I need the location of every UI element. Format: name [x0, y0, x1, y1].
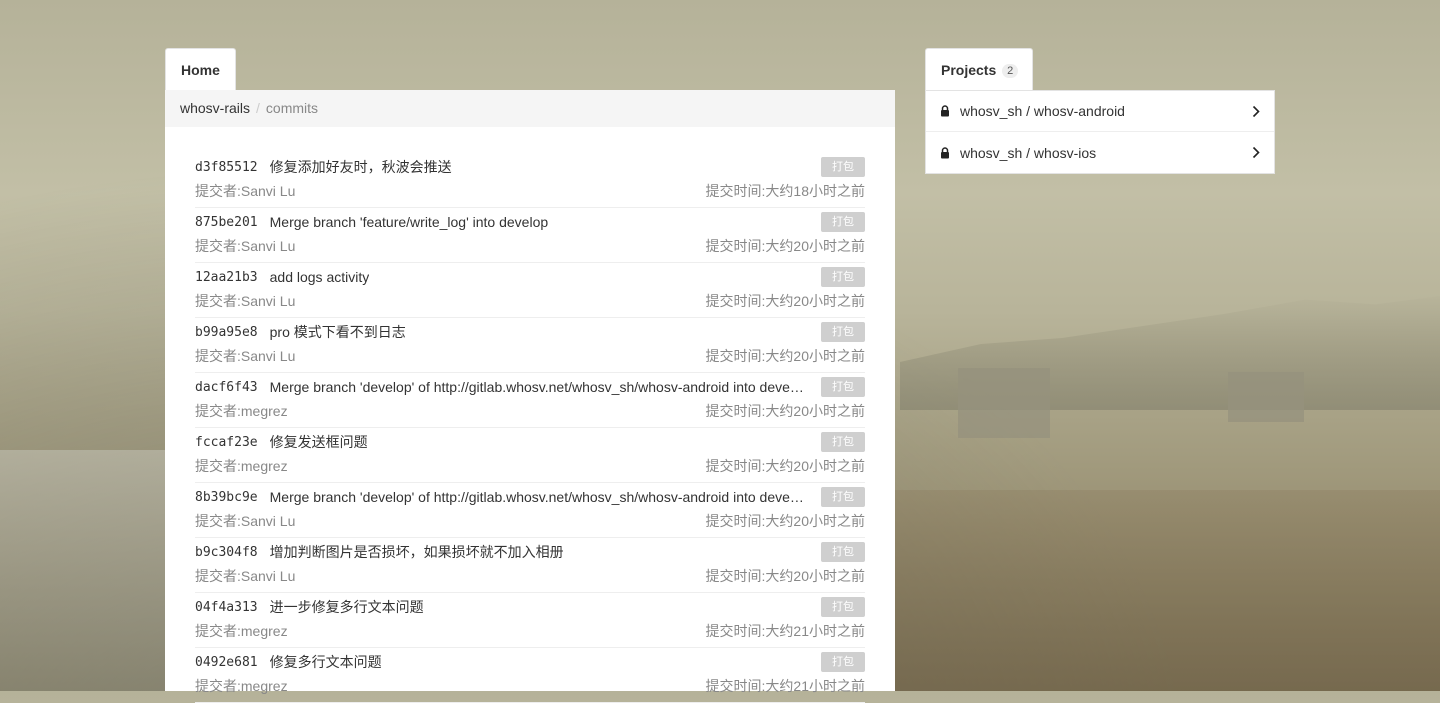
pack-button[interactable]: 打包 — [821, 157, 865, 177]
commit-time: 提交时间:大约20小时之前 — [705, 293, 865, 309]
chevron-right-icon — [1252, 146, 1260, 159]
commit-message: 增加判断图片是否损坏，如果损坏就不加入相册 — [269, 544, 564, 560]
commit-time: 提交时间:大约21小时之前 — [705, 678, 865, 694]
pack-button[interactable]: 打包 — [821, 432, 865, 452]
commit-message: 修复发送框问题 — [269, 434, 368, 450]
tab-projects-label: Projects — [941, 62, 997, 78]
commit-list: d3f85512 修复添加好友时，秋波会推送 打包 提交者:Sanvi Lu 提… — [165, 127, 895, 703]
commit-sha[interactable]: 0492e681 — [195, 655, 258, 670]
commit-time: 提交时间:大约20小时之前 — [705, 513, 865, 529]
projects-count-badge: 2 — [1002, 64, 1019, 78]
commit-sha[interactable]: fccaf23e — [195, 435, 258, 450]
tab-home-label: Home — [181, 62, 220, 78]
pack-button[interactable]: 打包 — [821, 487, 865, 507]
commit-sha[interactable]: 8b39bc9e — [195, 490, 258, 505]
background-beach — [895, 490, 1440, 691]
commit-message: add logs activity — [269, 269, 370, 285]
background-building — [1228, 372, 1304, 422]
commit-message: Merge branch 'develop' of http://gitlab.… — [269, 489, 806, 505]
commit-author: 提交者:Sanvi Lu — [195, 238, 296, 254]
commit-message: 修复添加好友时，秋波会推送 — [269, 159, 452, 175]
pack-button[interactable]: 打包 — [821, 267, 865, 287]
commit-row: b9c304f8 增加判断图片是否损坏，如果损坏就不加入相册 打包 提交者:Sa… — [195, 538, 865, 593]
commit-author: 提交者:Sanvi Lu — [195, 183, 296, 199]
commit-message: Merge branch 'feature/write_log' into de… — [269, 214, 549, 230]
commit-time: 提交时间:大约20小时之前 — [705, 348, 865, 364]
background-sea — [0, 450, 165, 691]
commit-message: 进一步修复多行文本问题 — [269, 599, 424, 615]
project-item[interactable]: whosv_sh / whosv-android — [926, 91, 1274, 132]
pack-button[interactable]: 打包 — [821, 652, 865, 672]
pack-button[interactable]: 打包 — [821, 377, 865, 397]
breadcrumb: whosv-rails / commits — [165, 90, 895, 127]
background-building — [958, 368, 1050, 438]
chevron-right-icon — [1252, 105, 1260, 118]
pack-button[interactable]: 打包 — [821, 542, 865, 562]
commit-time: 提交时间:大约18小时之前 — [705, 183, 865, 199]
commit-time: 提交时间:大约20小时之前 — [705, 238, 865, 254]
breadcrumb-current: commits — [265, 100, 319, 116]
project-name: whosv_sh / whosv-android — [960, 103, 1125, 119]
commit-row: 12aa21b3 add logs activity 打包 提交者:Sanvi … — [195, 263, 865, 318]
commit-sha[interactable]: b99a95e8 — [195, 325, 258, 340]
commit-time: 提交时间:大约20小时之前 — [705, 568, 865, 584]
commit-author: 提交者:megrez — [195, 458, 288, 474]
commit-sha[interactable]: b9c304f8 — [195, 545, 258, 560]
commit-message: 修复多行文本问题 — [269, 654, 382, 670]
commit-row: 875be201 Merge branch 'feature/write_log… — [195, 208, 865, 263]
commit-sha[interactable]: 12aa21b3 — [195, 270, 258, 285]
commit-row: dacf6f43 Merge branch 'develop' of http:… — [195, 373, 865, 428]
commit-row: 04f4a313 进一步修复多行文本问题 打包 提交者:megrez 提交时间:… — [195, 593, 865, 648]
breadcrumb-separator: / — [256, 100, 260, 116]
commit-row: 8b39bc9e Merge branch 'develop' of http:… — [195, 483, 865, 538]
commit-author: 提交者:Sanvi Lu — [195, 348, 296, 364]
tab-projects[interactable]: Projects 2 — [925, 48, 1033, 90]
commit-time: 提交时间:大约21小时之前 — [705, 623, 865, 639]
commit-row: fccaf23e 修复发送框问题 打包 提交者:megrez 提交时间:大约20… — [195, 428, 865, 483]
commit-author: 提交者:Sanvi Lu — [195, 293, 296, 309]
tab-home[interactable]: Home — [165, 48, 236, 90]
pack-button[interactable]: 打包 — [821, 212, 865, 232]
pack-button[interactable]: 打包 — [821, 597, 865, 617]
commit-author: 提交者:Sanvi Lu — [195, 513, 296, 529]
commit-message: pro 模式下看不到日志 — [269, 324, 406, 340]
lock-icon — [941, 146, 949, 158]
lock-icon — [941, 105, 949, 117]
commit-author: 提交者:Sanvi Lu — [195, 568, 296, 584]
commit-time: 提交时间:大约20小时之前 — [705, 458, 865, 474]
commit-sha[interactable]: d3f85512 — [195, 160, 258, 175]
commit-time: 提交时间:大约20小时之前 — [705, 403, 865, 419]
commit-author: 提交者:megrez — [195, 403, 288, 419]
breadcrumb-repo-link[interactable]: whosv-rails — [180, 100, 250, 116]
commit-row: 0492e681 修复多行文本问题 打包 提交者:megrez 提交时间:大约2… — [195, 648, 865, 703]
commit-sha[interactable]: 04f4a313 — [195, 600, 258, 615]
commit-row: b99a95e8 pro 模式下看不到日志 打包 提交者:Sanvi Lu 提交… — [195, 318, 865, 373]
commit-sha[interactable]: 875be201 — [195, 215, 258, 230]
pack-button[interactable]: 打包 — [821, 322, 865, 342]
commit-sha[interactable]: dacf6f43 — [195, 380, 258, 395]
project-item[interactable]: whosv_sh / whosv-ios — [926, 132, 1274, 173]
commit-message: Merge branch 'develop' of http://gitlab.… — [269, 379, 806, 395]
commit-author: 提交者:megrez — [195, 678, 288, 694]
project-name: whosv_sh / whosv-ios — [960, 144, 1097, 161]
commit-row: d3f85512 修复添加好友时，秋波会推送 打包 提交者:Sanvi Lu 提… — [195, 153, 865, 208]
commit-author: 提交者:megrez — [195, 623, 288, 639]
projects-list: whosv_sh / whosv-android whosv_sh / whos… — [925, 90, 1275, 174]
